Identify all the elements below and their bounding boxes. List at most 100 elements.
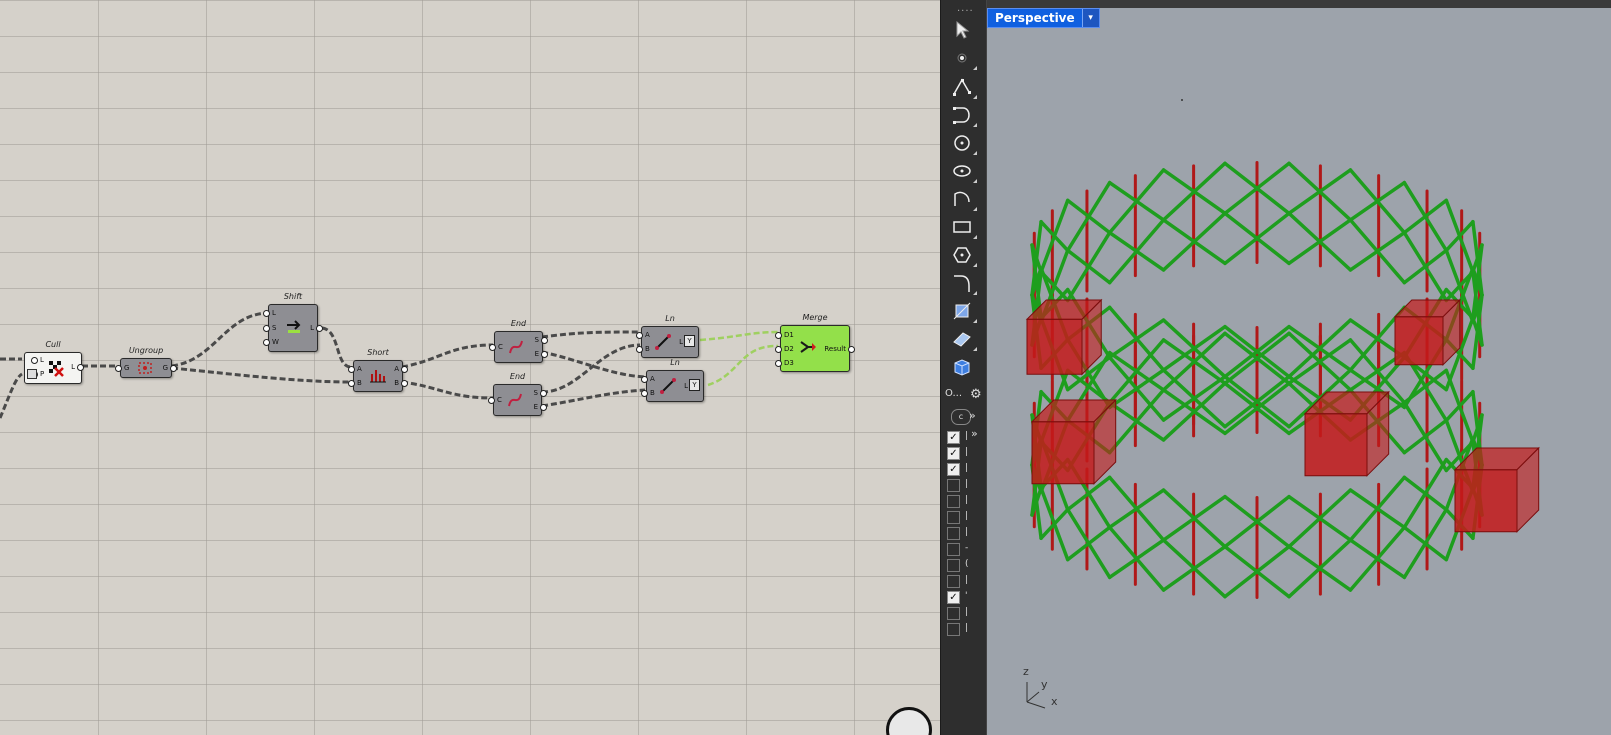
- ln2-input-a[interactable]: A: [641, 375, 655, 383]
- arc-icon[interactable]: [949, 187, 977, 211]
- red-box: [1453, 446, 1540, 533]
- end2-output-s[interactable]: S: [534, 389, 549, 397]
- grasshopper-canvas[interactable]: Cull L P L Ungroup G G Shift L S W L Sho…: [0, 0, 940, 735]
- lattice-member: [1444, 220, 1475, 253]
- red-box: [1393, 298, 1462, 367]
- merge-component[interactable]: Merge D1 D2 D3 Result: [775, 313, 855, 372]
- layer-visibility-checkbox[interactable]: ✓: [947, 463, 960, 476]
- layer-name: |: [965, 575, 969, 585]
- end1-input-c[interactable]: C: [489, 343, 503, 351]
- end2-curve-icon: [508, 393, 522, 407]
- polyline-icon[interactable]: [949, 75, 977, 99]
- end-points-component-2[interactable]: End C S E: [488, 372, 549, 416]
- wire-end2e-ln2b: [541, 388, 646, 408]
- shortest-list-component[interactable]: Short A B A B: [348, 348, 408, 392]
- ln2-input-b[interactable]: B: [641, 389, 655, 397]
- lattice-member: [1402, 248, 1449, 285]
- rectangle-icon[interactable]: [949, 215, 977, 239]
- short-output-b[interactable]: B: [394, 379, 408, 387]
- expand-chevron-icon[interactable]: »: [969, 409, 976, 422]
- cull-output-l[interactable]: L: [71, 363, 84, 371]
- ellipse-icon[interactable]: [949, 159, 977, 183]
- ungroup-input-g[interactable]: G: [114, 364, 129, 372]
- merge-input-d2[interactable]: D2: [775, 345, 794, 353]
- end2-input-c[interactable]: C: [488, 396, 502, 404]
- short-bars-icon: [370, 370, 386, 383]
- layer-name: |: [965, 623, 969, 633]
- shift-title: Shift: [283, 292, 303, 301]
- viewport-dot: [1181, 99, 1183, 101]
- shift-input-w[interactable]: W: [263, 338, 279, 346]
- ungroup-title: Ungroup: [128, 346, 164, 355]
- curve-icon[interactable]: [949, 103, 977, 127]
- short-input-a[interactable]: A: [348, 365, 362, 373]
- layer-visibility-checkbox[interactable]: [947, 511, 960, 524]
- layer-visibility-checkbox[interactable]: ✓: [947, 431, 960, 444]
- rhino-toolbar: ···· O... ⚙ c » » ✓ | ✓ | ✓ | | | | | - (| ✓: [940, 0, 986, 735]
- lattice-member: [1402, 418, 1449, 455]
- settings-gear-icon[interactable]: ⚙: [970, 387, 982, 402]
- ungroup-output-g[interactable]: G: [163, 364, 179, 372]
- short-input-b[interactable]: B: [348, 379, 362, 387]
- ln1-input-a[interactable]: A: [636, 331, 650, 339]
- cull-toggle-icon[interactable]: [27, 369, 37, 379]
- merge-output-result[interactable]: Result: [824, 345, 855, 353]
- cull-input-l[interactable]: L: [31, 356, 44, 364]
- fillet-icon[interactable]: [949, 271, 977, 295]
- end1-output-e[interactable]: E: [535, 350, 550, 358]
- cull-input-p[interactable]: P: [30, 370, 44, 378]
- lattice-member: [1444, 390, 1475, 423]
- layer-visibility-checkbox[interactable]: [947, 495, 960, 508]
- shift-input-l[interactable]: L: [263, 309, 276, 317]
- shift-list-component[interactable]: Shift L S W L: [261, 292, 323, 352]
- layer-visibility-checkbox[interactable]: [947, 543, 960, 556]
- merge-input-d1[interactable]: D1: [775, 331, 794, 339]
- panel-chevron-icon[interactable]: »: [971, 427, 978, 440]
- shift-input-s[interactable]: S: [261, 324, 276, 332]
- ungroup-component[interactable]: Ungroup G G: [114, 346, 179, 378]
- select-arrow-icon[interactable]: [949, 18, 975, 42]
- ln1-input-b[interactable]: B: [636, 345, 650, 353]
- layer-visibility-checkbox[interactable]: [947, 623, 960, 636]
- layer-filter-icon[interactable]: c: [951, 409, 971, 425]
- layer-name: |: [965, 463, 969, 473]
- ungroup-icon: [138, 362, 152, 374]
- lattice-member: [1444, 270, 1475, 303]
- layer-search-input[interactable]: O...: [945, 388, 962, 399]
- rhino-viewport-perspective[interactable]: Perspective ▾ z y x: [986, 0, 1611, 735]
- line-component-2[interactable]: Ln A B L Y: [641, 358, 704, 402]
- layer-visibility-checkbox[interactable]: ✓: [947, 591, 960, 604]
- end2-output-e[interactable]: E: [534, 403, 549, 411]
- surface-icon[interactable]: [949, 327, 977, 351]
- cull-pattern-component[interactable]: Cull L P L: [24, 340, 84, 384]
- ln1-preview-icon[interactable]: Y: [684, 335, 695, 347]
- layer-name: |: [965, 495, 969, 505]
- ln2-title: Ln: [670, 358, 680, 367]
- layer-visibility-checkbox[interactable]: [947, 575, 960, 588]
- layer-visibility-checkbox[interactable]: [947, 559, 960, 572]
- line-component-1[interactable]: Ln A B L Y: [636, 314, 699, 358]
- layer-name: |: [965, 511, 969, 521]
- merge-input-d3[interactable]: D3: [775, 359, 794, 367]
- transform-icon[interactable]: [949, 299, 977, 323]
- end2-title: End: [509, 372, 526, 381]
- end-points-component-1[interactable]: End C S E: [489, 319, 550, 363]
- shift-output-l[interactable]: L: [310, 324, 323, 332]
- circle-icon[interactable]: [949, 131, 977, 155]
- layer-visibility-checkbox[interactable]: ✓: [947, 447, 960, 460]
- ln2-output-l[interactable]: L: [684, 382, 697, 390]
- wire-short-end2: [401, 380, 494, 400]
- point-icon[interactable]: [949, 46, 977, 70]
- short-output-a[interactable]: A: [394, 365, 408, 373]
- solid-box-icon[interactable]: [949, 355, 975, 379]
- polygon-icon[interactable]: [949, 243, 977, 267]
- ln2-preview-icon[interactable]: Y: [689, 379, 700, 391]
- end1-output-s[interactable]: S: [535, 336, 550, 344]
- lattice-member: [1402, 475, 1449, 512]
- layer-visibility-checkbox[interactable]: [947, 607, 960, 620]
- ln1-output-l[interactable]: L: [679, 338, 692, 346]
- toolbar-grip[interactable]: ····: [957, 7, 974, 17]
- layer-visibility-checkbox[interactable]: [947, 479, 960, 492]
- layer-visibility-checkbox[interactable]: [947, 527, 960, 540]
- layer-search[interactable]: O... ⚙: [943, 387, 983, 404]
